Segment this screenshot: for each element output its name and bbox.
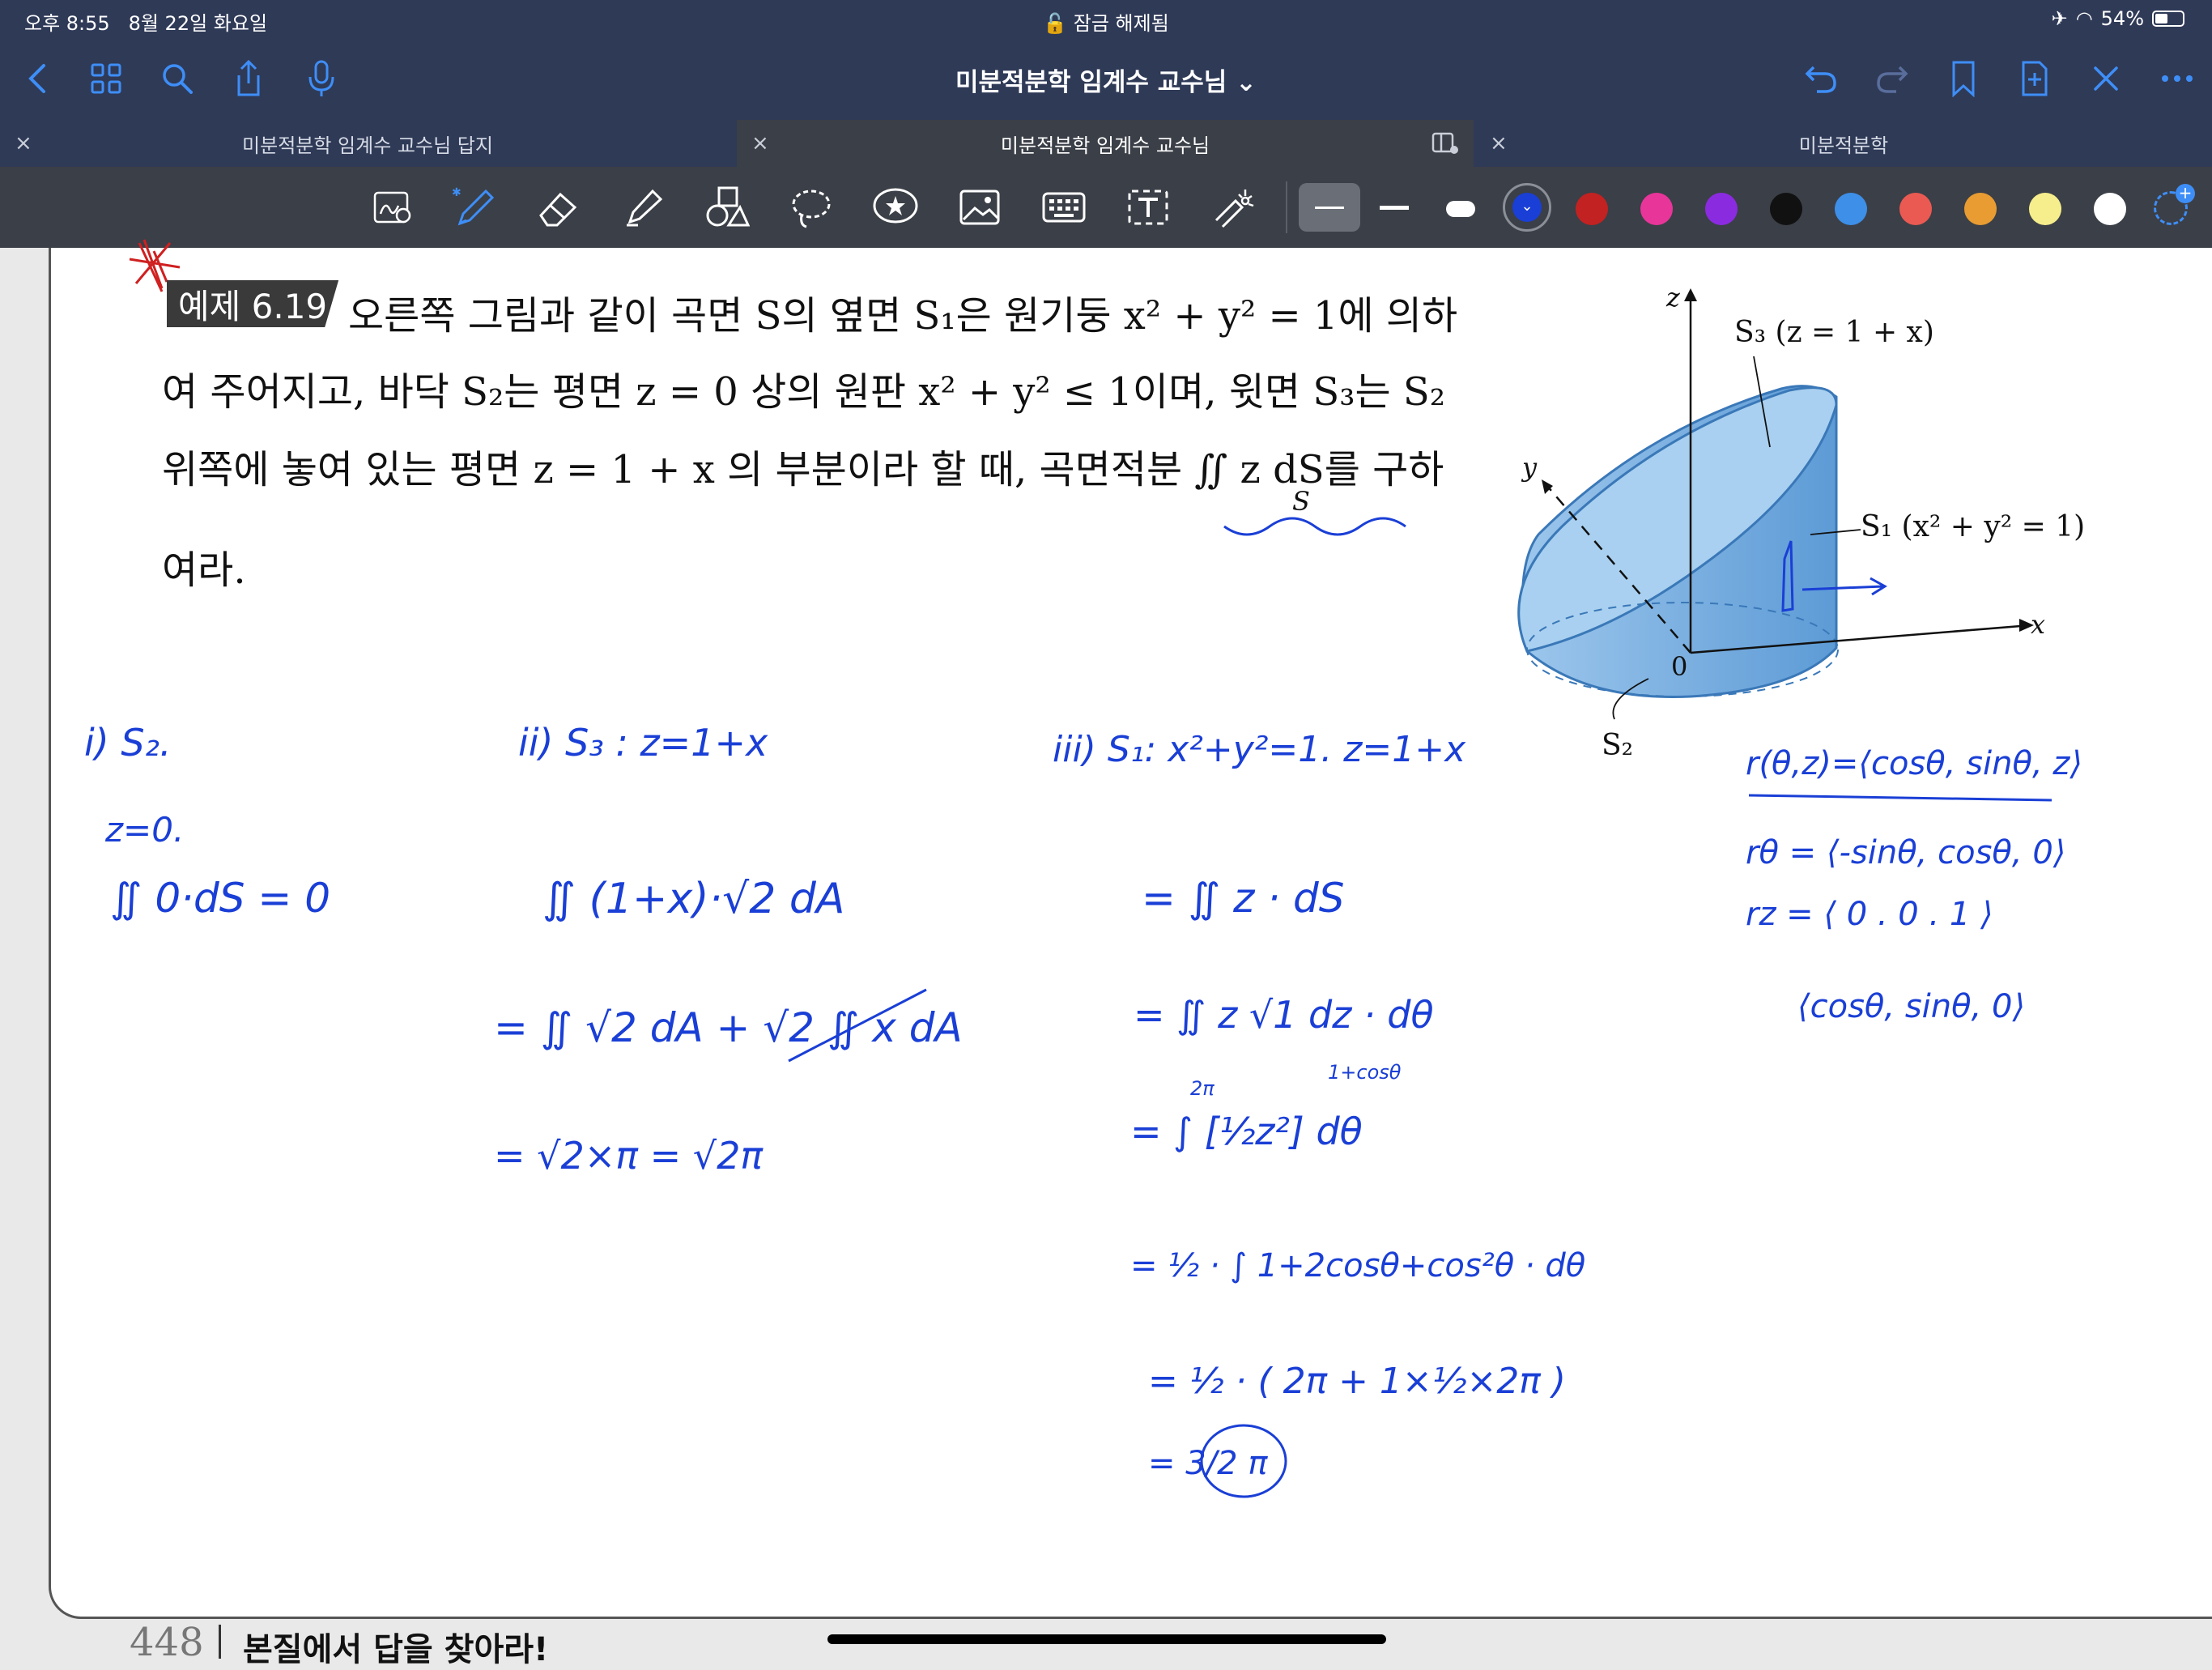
tab-answer-sheet[interactable]: × 미분적분학 임계수 교수님 답지 [0, 120, 735, 167]
note-s1-title: iii) S₁: x²+y²=1. z=1+x [1053, 729, 1466, 770]
undo-icon[interactable] [1801, 58, 1841, 99]
status-bar: 오후 8:55 8월 22일 화요일 🔓 잠금 해제됨 ✈ ◠ 54% [0, 0, 2212, 39]
figure-origin-label: 0 [1671, 651, 1688, 682]
home-indicator[interactable] [827, 1634, 1386, 1644]
highlighter-tool-icon[interactable] [620, 183, 669, 232]
tab-label: 미분적분학 [1798, 134, 1889, 157]
note-s3-integral: ∬ (1+x)·√2 dA [542, 875, 845, 923]
stroke-width-medium[interactable] [1380, 206, 1409, 210]
note-2pi-limit: 2π [1190, 1077, 1214, 1100]
note-s1-integral: = ∬ z · dS [1142, 875, 1345, 922]
tab-label: 미분적분학 임계수 교수님 답지 [242, 134, 493, 157]
note-s1-inner: = ∫ [½z²] dθ [1130, 1110, 1363, 1153]
footer-slogan: 본질에서 답을 찾아라! [243, 1631, 549, 1668]
svg-text:✱: ✱ [452, 186, 462, 199]
drawing-toolbar: ✱ ⌄ + [0, 167, 2212, 248]
plus-icon: + [2176, 184, 2195, 203]
color-swatch-yellow[interactable] [2029, 193, 2061, 225]
note-s1-eval: = ½ · ( 2π + 1×½×2π ) [1148, 1361, 1566, 1402]
footer-divider [219, 1625, 221, 1659]
tab-bar: × 미분적분학 임계수 교수님 답지 × 미분적분학 임계수 교수님 × 미분적… [0, 120, 2212, 167]
tab-calculus[interactable]: × 미분적분학 [1475, 120, 2212, 167]
note-parametrization: r(θ,z)=⟨cosθ, sinθ, z⟩ [1746, 745, 2082, 782]
integral-subscript: S [1292, 486, 1310, 517]
battery-fill [2155, 14, 2168, 23]
note-s1-param: = ∬ z √1 dz · dθ [1134, 993, 1434, 1037]
lasso-tool-icon[interactable] [787, 183, 836, 232]
keyboard-tool-icon[interactable] [1040, 183, 1088, 232]
tab-close-icon[interactable]: × [15, 131, 32, 155]
tab-label: 미분적분학 임계수 교수님 [1000, 134, 1210, 157]
note-z-zero: z=0. [105, 810, 185, 850]
color-swatch-coral[interactable] [1899, 193, 1932, 225]
lock-label: 잠금 해제됨 [1073, 12, 1169, 35]
laser-pointer-icon[interactable] [1210, 183, 1258, 232]
battery-percent: 54% [2100, 7, 2144, 30]
eraser-tool-icon[interactable] [534, 183, 583, 232]
stroke-width-thin-selected[interactable] [1299, 183, 1360, 232]
figure-x-label: x [2031, 609, 2046, 640]
note-s3-result: = √2×π = √2π [494, 1134, 764, 1178]
color-swatch-purple[interactable] [1705, 193, 1738, 225]
more-icon[interactable] [2157, 58, 2197, 99]
lock-icon: 🔓 [1043, 12, 1068, 35]
figure-s3-label: S₃ (z = 1 + x) [1734, 316, 1934, 349]
redo-icon[interactable] [1872, 58, 1912, 99]
color-swatch-pink[interactable] [1640, 193, 1673, 225]
add-color-button[interactable]: + [2154, 184, 2195, 225]
figure-s1-label: S₁ (x² + y² = 1) [1861, 510, 2086, 543]
sticker-tool-icon[interactable] [871, 183, 920, 232]
document-toolbar: 미분적분학 임계수 교수님 ⌄ [0, 39, 2212, 120]
note-final-answer: = 3/2 π [1148, 1445, 1268, 1482]
status-right: ✈ ◠ 54% [2052, 7, 2184, 30]
image-tool-icon[interactable] [955, 183, 1004, 232]
problem-line-4: 여라. [162, 547, 246, 593]
note-s2-result: ∬ 0·dS = 0 [110, 875, 331, 922]
battery-icon [2152, 11, 2184, 27]
note-s1-expand: = ½ · ∫ 1+2cosθ+cos²θ · dθ [1130, 1247, 1586, 1284]
tab-close-icon[interactable]: × [751, 131, 769, 155]
zoom-window-icon[interactable] [369, 183, 418, 232]
note-normal-vector: ⟨cosθ, sinθ, 0⟩ [1797, 988, 2026, 1025]
figure-s2-label: S₂ [1602, 729, 1634, 762]
toolbar-divider [1286, 181, 1287, 233]
example-badge: 예제 6.19 [167, 280, 339, 327]
split-view-icon[interactable] [1431, 131, 1459, 160]
color-swatch-white[interactable] [2094, 193, 2126, 225]
lock-status: 🔓 잠금 해제됨 [0, 7, 2212, 36]
color-swatch-orange[interactable] [1964, 193, 1997, 225]
chevron-down-icon: ⌄ [1512, 193, 1542, 222]
note-r-theta: rθ = ⟨-sinθ, cosθ, 0⟩ [1746, 834, 2066, 871]
color-swatch-red[interactable] [1576, 193, 1608, 225]
selected-color-ring[interactable]: ⌄ [1503, 183, 1551, 232]
text-tool-icon[interactable] [1124, 183, 1172, 232]
note-s2-title: i) S₂. [84, 721, 172, 765]
color-swatch-blue[interactable] [1835, 193, 1867, 225]
note-upper-limit: 1+cosθ [1328, 1061, 1402, 1084]
shapes-tool-icon[interactable] [703, 183, 751, 232]
tab-close-icon[interactable]: × [1490, 131, 1508, 155]
close-tool-icon[interactable] [2086, 58, 2126, 99]
problem-line-3: 위쪽에 놓여 있는 평면 z = 1 + x 의 부분이라 할 때, 곡면적분 … [162, 447, 1444, 492]
figure-y-label: y [1522, 452, 1538, 483]
note-r-z: rz = ⟨ 0 . 0 . 1 ⟩ [1746, 896, 1993, 933]
figure-z-label: z [1666, 282, 1680, 313]
stroke-width-thick[interactable] [1446, 201, 1475, 217]
add-page-icon[interactable] [2014, 57, 2055, 100]
color-swatch-black[interactable] [1770, 193, 1802, 225]
bookmark-icon[interactable] [1943, 57, 1984, 100]
wifi-icon: ◠ [2075, 7, 2093, 30]
note-s3-split: = ∬ √2 dA + √2 ∬ x dA [494, 1004, 963, 1051]
problem-line-1: 오른쪽 그림과 같이 곡면 S의 옆면 S₁은 원기둥 x² + y² = 1에… [348, 293, 1458, 339]
airplane-icon: ✈ [2051, 7, 2068, 30]
problem-line-2: 여 주어지고, 바닥 S₂는 평면 z = 0 상의 원판 x² + y² ≤ … [162, 369, 1446, 415]
tab-current-document[interactable]: × 미분적분학 임계수 교수님 [737, 120, 1474, 167]
note-s3-title: ii) S₃ : z=1+x [518, 721, 768, 765]
pen-tool-icon[interactable]: ✱ [450, 183, 499, 232]
